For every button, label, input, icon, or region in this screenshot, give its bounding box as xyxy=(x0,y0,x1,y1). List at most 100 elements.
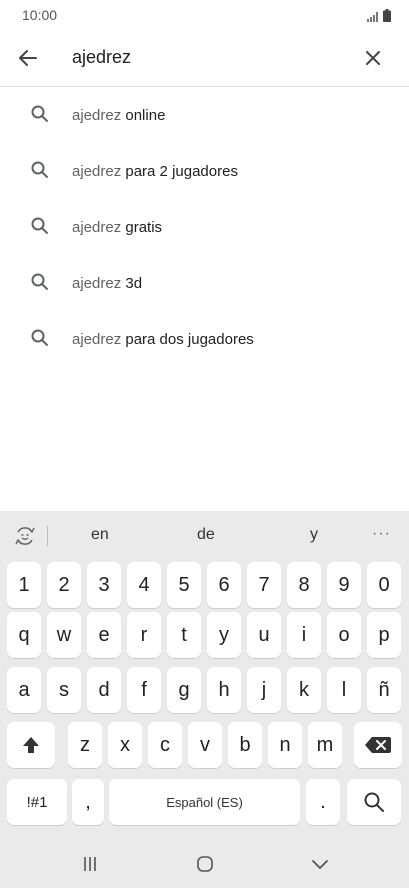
keyboard-row-2: a s d f g h j k l ñ xyxy=(0,667,409,713)
key[interactable]: q xyxy=(7,612,41,658)
key[interactable]: r xyxy=(127,612,161,658)
search-key[interactable] xyxy=(347,779,401,825)
suggestion-completion: 3d xyxy=(121,274,143,292)
chevron-down-icon xyxy=(312,860,328,869)
search-bar: ajedrez xyxy=(0,30,409,87)
word-suggestion[interactable]: en xyxy=(91,526,109,544)
keyboard-suggestion-strip: en de y ··· xyxy=(0,511,409,561)
recent-apps-button[interactable] xyxy=(76,852,104,876)
key[interactable]: 4 xyxy=(127,562,161,608)
suggestion-completion: para dos jugadores xyxy=(121,330,254,348)
key[interactable]: c xyxy=(148,722,182,768)
key[interactable]: a xyxy=(7,667,41,713)
suggestion-prefix: ajedrez xyxy=(72,106,122,124)
suggestion-completion: online xyxy=(121,106,166,124)
key[interactable]: l xyxy=(327,667,361,713)
key[interactable]: i xyxy=(287,612,321,658)
key[interactable]: v xyxy=(188,722,222,768)
back-button[interactable] xyxy=(14,44,42,72)
key[interactable]: p xyxy=(367,612,401,658)
key[interactable]: y xyxy=(207,612,241,658)
key[interactable]: t xyxy=(167,612,201,658)
key[interactable]: w xyxy=(47,612,81,658)
search-icon xyxy=(31,105,48,122)
keyboard-row-3: z x c v b n m xyxy=(0,722,409,768)
suggestion-item[interactable]: ajedrez para 2 jugadores xyxy=(0,143,409,199)
shift-key[interactable] xyxy=(7,722,55,768)
backspace-icon xyxy=(365,737,391,753)
comma-key[interactable]: , xyxy=(72,779,104,825)
suggestion-prefix: ajedrez xyxy=(72,274,122,292)
suggestion-item[interactable]: ajedrez gratis xyxy=(0,199,409,255)
space-key[interactable]: Español (ES) xyxy=(109,779,300,825)
more-options-button[interactable]: ··· xyxy=(372,525,391,543)
suggestion-completion: para 2 jugadores xyxy=(121,162,238,180)
home-icon xyxy=(197,856,213,872)
key[interactable]: d xyxy=(87,667,121,713)
key[interactable]: e xyxy=(87,612,121,658)
backspace-key[interactable] xyxy=(354,722,402,768)
suggestion-text: ajedrez 3d xyxy=(72,275,142,292)
battery-icon xyxy=(383,9,391,27)
status-time: 10:00 xyxy=(22,7,58,23)
key[interactable]: 6 xyxy=(207,562,241,608)
key[interactable]: 8 xyxy=(287,562,321,608)
key[interactable]: 2 xyxy=(47,562,81,608)
suggestion-item[interactable]: ajedrez 3d xyxy=(0,255,409,311)
key[interactable]: j xyxy=(247,667,281,713)
search-icon xyxy=(364,792,384,812)
word-suggestion[interactable]: y xyxy=(310,526,318,544)
period-key[interactable]: . xyxy=(306,779,340,825)
suggestion-prefix: ajedrez xyxy=(72,218,122,236)
status-icons xyxy=(367,9,391,27)
signal-icon xyxy=(367,9,379,27)
suggestion-text: ajedrez para dos jugadores xyxy=(72,331,254,348)
home-button[interactable] xyxy=(191,852,219,876)
suggestion-text: ajedrez online xyxy=(72,107,165,124)
key[interactable]: 1 xyxy=(7,562,41,608)
keyboard: en de y ··· 1 2 3 4 5 6 7 8 9 0 q w e r … xyxy=(0,511,409,888)
search-icon xyxy=(31,329,48,346)
search-input[interactable]: ajedrez xyxy=(72,47,131,68)
key[interactable]: 7 xyxy=(247,562,281,608)
key[interactable]: 0 xyxy=(367,562,401,608)
shift-icon xyxy=(23,737,39,753)
clear-button[interactable] xyxy=(359,44,387,72)
suggestion-prefix: ajedrez xyxy=(72,330,122,348)
suggestion-list: ajedrez online ajedrez para 2 jugadores … xyxy=(0,87,409,367)
key[interactable]: k xyxy=(287,667,321,713)
key[interactable]: b xyxy=(228,722,262,768)
status-bar: 10:00 xyxy=(0,0,409,30)
suggestion-text: ajedrez para 2 jugadores xyxy=(72,163,238,180)
suggestion-prefix: ajedrez xyxy=(72,162,122,180)
arrow-left-icon xyxy=(19,50,37,66)
key[interactable]: 9 xyxy=(327,562,361,608)
key[interactable]: o xyxy=(327,612,361,658)
key[interactable]: g xyxy=(167,667,201,713)
keyboard-row-1: q w e r t y u i o p xyxy=(0,612,409,658)
key[interactable]: s xyxy=(47,667,81,713)
symbols-key[interactable]: !#1 xyxy=(7,779,67,825)
suggestion-text: ajedrez gratis xyxy=(72,219,162,236)
key[interactable]: h xyxy=(207,667,241,713)
key[interactable]: u xyxy=(247,612,281,658)
key[interactable]: f xyxy=(127,667,161,713)
key[interactable]: 5 xyxy=(167,562,201,608)
emoji-icon[interactable] xyxy=(14,525,36,547)
suggestion-completion: gratis xyxy=(121,218,163,236)
search-icon xyxy=(31,161,48,178)
suggestion-item[interactable]: ajedrez online xyxy=(0,87,409,143)
navigation-bar xyxy=(0,840,409,888)
keyboard-row-numbers: 1 2 3 4 5 6 7 8 9 0 xyxy=(0,562,409,608)
search-icon xyxy=(31,217,48,234)
key[interactable]: m xyxy=(308,722,342,768)
back-nav-button[interactable] xyxy=(306,852,334,876)
suggestion-item[interactable]: ajedrez para dos jugadores xyxy=(0,311,409,367)
key[interactable]: n xyxy=(268,722,302,768)
key[interactable]: x xyxy=(108,722,142,768)
key[interactable]: 3 xyxy=(87,562,121,608)
key[interactable]: ñ xyxy=(367,667,401,713)
search-icon xyxy=(31,273,48,290)
word-suggestion[interactable]: de xyxy=(197,526,215,544)
key[interactable]: z xyxy=(68,722,102,768)
